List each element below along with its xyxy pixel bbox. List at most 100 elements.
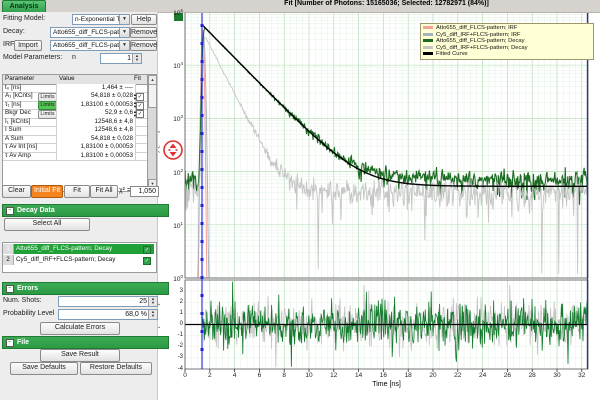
residual-tick-label: -3 <box>169 354 183 360</box>
num-shots-field[interactable]: 25▲▼ <box>58 296 158 307</box>
y-tick-label: 102 <box>165 168 183 177</box>
decay-label: Decay: <box>3 28 25 35</box>
help-button[interactable]: Help <box>131 14 157 25</box>
probability-level-field[interactable]: 68,0 %▲▼ <box>58 309 158 320</box>
chart-title: Fit [Number of Photons: 15165036; Select… <box>185 0 588 7</box>
section-collapse-icon[interactable]: − <box>6 285 14 293</box>
legend-swatch <box>423 46 433 49</box>
parameter-value[interactable]: 54,818 ± 0,028 <box>56 92 136 101</box>
fit-button[interactable]: Fit <box>64 185 90 198</box>
legend-item: Atto655_diff_FLCS-pattern; IRF <box>423 25 591 32</box>
x-tick-label: 8 <box>276 372 292 379</box>
remove-irf-button[interactable]: Remove <box>130 40 157 51</box>
chevron-down-icon[interactable]: ▼ <box>119 15 129 24</box>
calculate-errors-button[interactable]: Calculate Errors <box>40 322 120 335</box>
legend-swatch <box>423 39 433 42</box>
parameter-row: τ Av Amp [ns]1,83100 ± 0,00053 <box>3 152 148 162</box>
y-tick-label: 104 <box>165 61 183 70</box>
y-tick-label: 103 <box>165 114 183 123</box>
x-tick-label: 0 <box>177 372 193 379</box>
legend-label: Atto655_diff_FLCS-pattern; Decay <box>436 38 525 44</box>
x-tick-label: 22 <box>450 372 466 379</box>
save-result-button[interactable]: Save Result <box>40 349 120 362</box>
remove-decay-button[interactable]: Remove <box>130 27 157 38</box>
x-tick-label: 12 <box>326 372 342 379</box>
decay-data-list: 1Atto655_diff_FLCS-pattern; Decay✓2Cy5_d… <box>2 242 157 273</box>
initial-fit-button[interactable]: Initial Fit <box>31 185 63 198</box>
item-checkbox[interactable]: ✓ <box>143 257 151 265</box>
decay-data-header: − Decay Data <box>2 204 169 217</box>
legend-item: Cy5_diff_IRF+FLCS-pattern; IRF <box>423 32 591 39</box>
decay-item-label: Atto655_diff_FLCS-pattern; Decay <box>16 244 140 254</box>
parameter-value: 12548,6 ± 4,8 <box>56 118 136 127</box>
save-defaults-button[interactable]: Save Defaults <box>10 362 78 375</box>
section-collapse-icon[interactable]: − <box>6 339 14 347</box>
item-checkbox[interactable]: ✓ <box>143 246 151 254</box>
legend-swatch <box>423 33 433 36</box>
residual-tick-label: 2 <box>169 299 183 305</box>
parameter-name: I₁ [kCnts] <box>5 118 39 127</box>
parameter-name: τ Av Amp [ns] <box>5 152 39 161</box>
parameter-name: t₀ [ns] <box>5 84 39 93</box>
clear-button[interactable]: Clear <box>2 185 31 198</box>
fitting-model-select[interactable]: n-Exponential Tailfit▼ <box>72 14 130 25</box>
decay-select[interactable]: Atto655_diff_FLCS-pattern; Decay▼ <box>50 27 130 38</box>
probability-level-label: Probability Level <box>3 310 54 317</box>
x-tick-label: 20 <box>425 372 441 379</box>
chevron-down-icon[interactable]: ▼ <box>119 41 129 50</box>
y-tick-label: 101 <box>165 221 183 230</box>
spinner-arrows-icon[interactable]: ▲▼ <box>148 297 157 306</box>
residual-tick-label: -1 <box>169 332 183 338</box>
row-index: 1 <box>3 244 14 254</box>
legend-item: Atto655_diff_FLCS-pattern; Decay <box>423 38 591 45</box>
legend-label: Cy5_diff_IRF+FLCS-pattern; IRF <box>436 32 520 38</box>
chevron-down-icon[interactable]: ▼ <box>119 28 129 37</box>
spinner-arrows-icon[interactable]: ▲▼ <box>148 310 157 319</box>
section-collapse-icon[interactable]: − <box>6 207 14 215</box>
chart-legend: Atto655_diff_FLCS-pattern; IRFCy5_diff_I… <box>420 23 594 60</box>
parameter-name: I Sum [kCnts] <box>5 126 39 135</box>
axis-pan-control[interactable] <box>160 137 186 163</box>
residual-tick-label: -2 <box>169 343 183 349</box>
x-tick-label: 28 <box>524 372 540 379</box>
residual-tick-label: -4 <box>169 366 183 372</box>
x-tick-label: 2 <box>202 372 218 379</box>
n-label: n <box>72 54 76 61</box>
file-header: − File <box>2 336 169 349</box>
fit-all-button[interactable]: Fit All <box>90 185 118 198</box>
select-all-button[interactable]: Select All <box>4 218 90 231</box>
scrollbar-thumb[interactable] <box>148 84 157 108</box>
parameter-name: A₁ [kCnts] <box>5 92 39 101</box>
model-parameters-label: Model Parameters: <box>3 54 62 61</box>
fitting-model-label: Fitting Model: <box>3 15 45 22</box>
x-tick-label: 26 <box>499 372 515 379</box>
parameter-value[interactable]: 52,9 ± 0,6 <box>56 109 136 118</box>
legend-label: Cy5_diff_IRF+FLCS-pattern; Decay <box>436 45 528 51</box>
irf-select[interactable]: Atto655_diff_FLCS-pattern; IRF▼ <box>50 40 130 51</box>
spinner-arrows-icon[interactable]: ▲▼ <box>132 54 141 63</box>
n-spinner[interactable]: 1▲▼ <box>100 53 142 64</box>
decay-list-item[interactable]: 2Cy5_diff_IRF+FLCS-pattern; Decay✓ <box>3 255 154 265</box>
errors-header: − Errors <box>2 282 169 295</box>
x-tick-label: 14 <box>351 372 367 379</box>
legend-item: Cy5_diff_IRF+FLCS-pattern; Decay <box>423 45 591 52</box>
decay-item-label: Cy5_diff_IRF+FLCS-pattern; Decay <box>16 255 140 265</box>
x-tick-label: 6 <box>251 372 267 379</box>
x-tick-label: 30 <box>549 372 565 379</box>
parameter-value[interactable]: 1,83100 ± 0,00053 <box>56 101 136 110</box>
parameter-table: Parameter Value Fit t₀ [ns]1,464 ± ----A… <box>2 74 157 192</box>
parameter-value: 1,464 ± ---- <box>56 84 136 93</box>
legend-label: Atto655_diff_FLCS-pattern; IRF <box>436 25 517 31</box>
restore-defaults-button[interactable]: Restore Defaults <box>80 362 152 375</box>
import-irf-button[interactable]: Import <box>14 40 42 51</box>
residual-tick-label: 0 <box>169 321 183 327</box>
decay-list-item[interactable]: 1Atto655_diff_FLCS-pattern; Decay✓ <box>3 244 154 254</box>
parameter-name: A Sum [kCnts] <box>5 135 39 144</box>
x-axis-label: Time [ns] <box>185 381 588 388</box>
residual-tick-label: 1 <box>169 310 183 316</box>
x-tick-label: 24 <box>475 372 491 379</box>
parameter-name: Bkgr Dec [Cnts] <box>5 109 39 118</box>
parameter-table-scrollbar[interactable]: ▲ ▼ <box>147 75 156 189</box>
row-index: 2 <box>3 255 14 265</box>
parameter-value: 54,818 ± 0,028 <box>56 135 136 144</box>
